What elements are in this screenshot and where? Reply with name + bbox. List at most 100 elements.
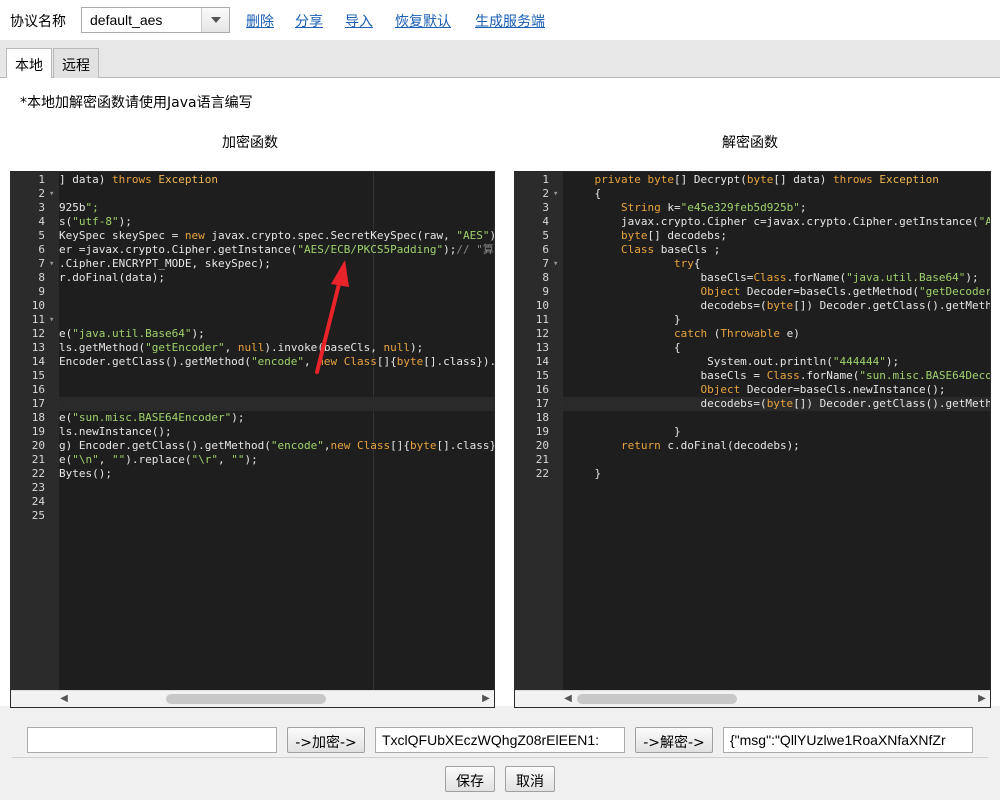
scroll-left-icon[interactable]: ◀ [58,693,70,705]
line-number: 18 [31,411,45,424]
code-line: System.out.println("444444"); [568,355,900,368]
line-number: 9 [38,285,45,298]
encrypt-title: 加密函数 [222,135,278,151]
fold-toggle-icon[interactable]: ▾ [49,313,57,327]
line-number: 20 [31,439,45,452]
line-number: 16 [535,383,549,396]
code-line: s("utf-8"); [59,215,132,228]
code-line: Encoder.getClass().getMethod("encode", n… [59,355,494,368]
line-number: 7 [38,257,45,270]
red-arrow-annotation [315,260,349,374]
encrypt-button[interactable]: ->加密-> [287,727,365,753]
line-number: 4 [542,215,549,228]
line-number: 19 [535,425,549,438]
code-line: baseCls = Class.forName("sun.misc.BASE64… [568,369,990,382]
code-line: .Cipher.ENCRYPT_MODE, skeySpec); [59,257,271,270]
line-number: 11 [535,313,549,326]
line-number: 23 [31,481,45,494]
code-line: } [568,313,681,326]
fold-toggle-icon[interactable]: ▾ [553,257,561,271]
line-number: 20 [535,439,549,452]
line-number: 5 [38,229,45,242]
code-line: e("\n", "").replace("\r", ""); [59,453,258,466]
delete-link[interactable]: 删除 [246,11,274,31]
horizontal-scrollbar[interactable]: ◀ ▶ [515,690,990,707]
line-number: 1 [38,173,45,186]
code-area[interactable]: private byte[] Decrypt(byte[] data) thro… [563,172,990,692]
code-line: byte[] decodebs; [620,229,727,242]
fold-toggle-icon[interactable]: ▾ [49,187,57,201]
divider [12,757,988,758]
protocol-select[interactable]: default_aes [81,7,230,33]
scroll-right-icon[interactable]: ▶ [976,693,988,705]
tab-strip: 本地 远程 [0,40,1000,79]
restore-default-link[interactable]: 恢复默认 [395,11,451,31]
tab-local[interactable]: 本地 [6,48,52,79]
line-gutter: 1 2 ▾ 3 4 5 6 7 ▾ 8 9 10 11 12 13 14 15 16 17 18 19 20 21 22 [515,172,563,692]
code-line: ] data) throws Exception [59,173,218,186]
code-line: } [568,467,602,480]
protocol-select-value: default_aes [90,12,163,28]
code-line: Object Decoder=baseCls.getMethod("getDec… [700,285,990,298]
line-number: 6 [38,243,45,256]
cancel-button[interactable]: 取消 [505,766,555,792]
decrypt-code-editor[interactable]: 1 2 ▾ 3 4 5 6 7 ▾ 8 9 10 11 12 13 14 15 16 17 18 19 20 21 22 pr… [514,171,991,708]
protocol-toolbar: 协议名称 default_aes 删除 分享 导入 恢复默认 生成服务端 [0,0,1000,40]
line-number: 8 [542,271,549,284]
generate-server-link[interactable]: 生成服务端 [475,11,545,31]
line-number: 2 [542,187,549,200]
line-number: 9 [542,285,549,298]
line-gutter: 1 2 ▾ 3 4 5 6 7 ▾ 8 9 10 11 ▾ 12 13 14 15 16 17 18 19 20 21 22 23… [11,172,59,692]
encrypt-code-editor[interactable]: 1 2 ▾ 3 4 5 6 7 ▾ 8 9 10 11 ▾ 12 13 14 15 16 17 18 19 20 21 22 23… [10,171,495,708]
line-number: 14 [31,355,45,368]
code-line: Object Decoder=baseCls.newInstance(); [700,383,946,396]
line-number: 1 [542,173,549,186]
scroll-thumb[interactable] [166,694,326,704]
java-note: *本地加解密函数请使用Java语言编写 [20,95,253,111]
code-line: catch (Throwable e) [673,327,800,340]
code-line: decodebs=(byte[]) Decoder.getClass().get… [568,397,990,410]
code-line: e("java.util.Base64"); [59,327,205,340]
save-button[interactable]: 保存 [445,766,495,792]
scroll-thumb[interactable] [577,694,737,704]
code-line: return c.doFinal(decodebs); [620,439,800,452]
line-number: 10 [535,299,549,312]
line-number: 25 [31,509,45,522]
line-number: 13 [31,341,45,354]
horizontal-scrollbar[interactable]: ◀ ▶ [11,690,494,707]
line-number: 18 [535,411,549,424]
line-number: 12 [535,327,549,340]
tab-remote[interactable]: 远程 [53,48,99,78]
line-number: 14 [535,355,549,368]
line-number: 16 [31,383,45,396]
code-line: try{ [673,257,701,270]
decrypted-field[interactable]: {"msg":"QllYUzlwe1RoaXNfaXNfZr [723,727,973,753]
decrypt-button[interactable]: ->解密-> [635,727,713,753]
code-line: private byte[] Decrypt(byte[] data) thro… [594,173,939,186]
code-line: javax.crypto.Cipher c=javax.crypto.Ciphe… [568,215,990,228]
scroll-right-icon[interactable]: ▶ [480,693,492,705]
code-area[interactable]: ] data) throws Exception 925b"; s("utf-8")… [59,172,494,692]
decrypt-title: 解密函数 [722,135,778,151]
plaintext-input[interactable] [27,727,277,753]
fold-toggle-icon[interactable]: ▾ [553,187,561,201]
fold-toggle-icon[interactable]: ▾ [49,257,57,271]
import-link[interactable]: 导入 [345,11,373,31]
line-number: 2 [38,187,45,200]
line-number: 19 [31,425,45,438]
line-number: 11 [31,313,45,326]
line-number: 12 [31,327,45,340]
ciphertext-field[interactable]: TxclQFUbXEczWQhgZ08rElEEN1: [375,727,625,753]
chevron-down-icon[interactable] [201,8,229,32]
line-number: 15 [31,369,45,382]
code-line: String k="e45e329feb5d925b"; [620,201,807,214]
code-line: ls.getMethod("getEncoder", null).invoke(… [59,341,424,354]
scroll-left-icon[interactable]: ◀ [562,693,574,705]
code-line: e("sun.misc.BASE64Encoder"); [59,411,245,424]
line-number: 8 [38,271,45,284]
code-line: Bytes(); [59,467,112,480]
line-number: 13 [535,341,549,354]
share-link[interactable]: 分享 [295,11,323,31]
line-number: 10 [31,299,45,312]
line-number: 5 [542,229,549,242]
